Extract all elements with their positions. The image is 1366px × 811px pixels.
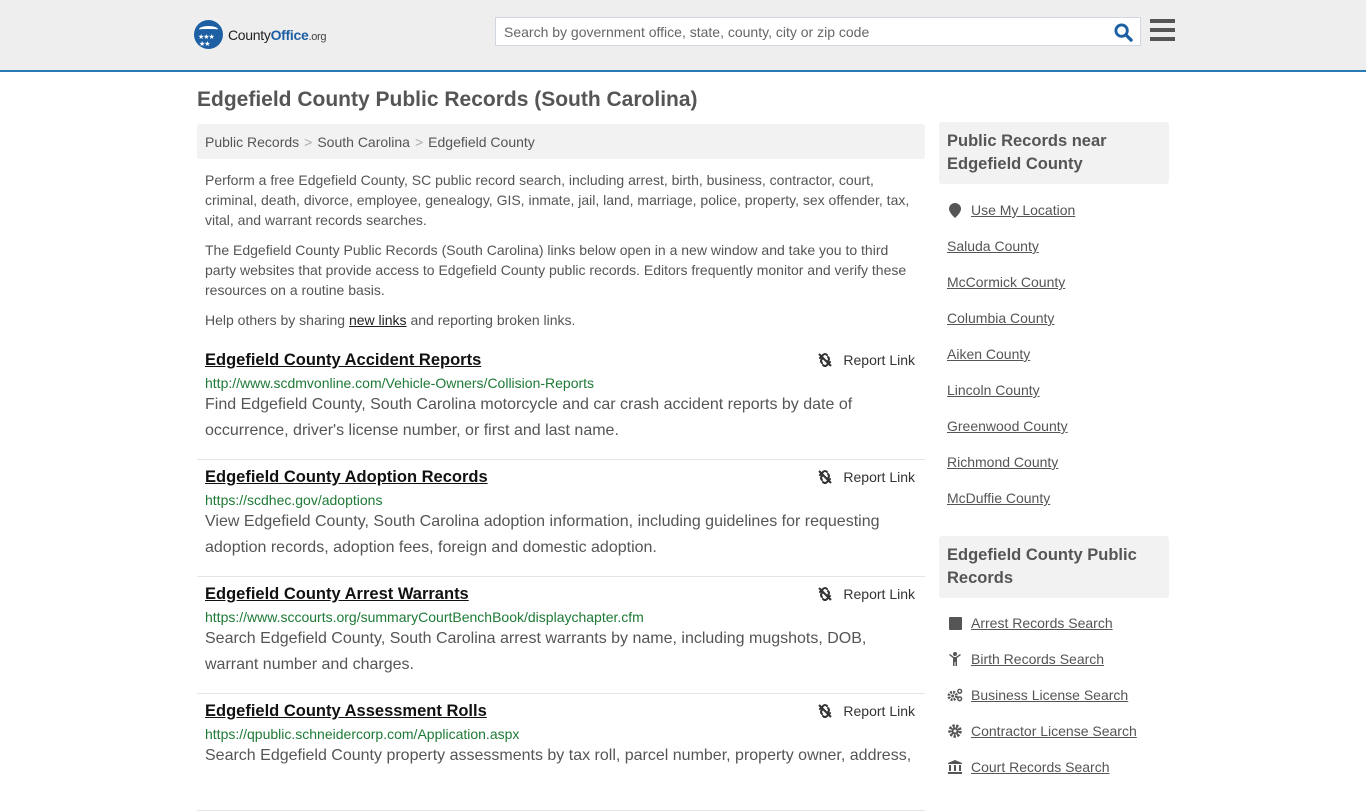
logo-eagle-icon: ★★★ ★★ [194, 20, 223, 49]
record-item: Edgefield County Arrest Warrants Report … [197, 577, 925, 694]
breadcrumb-item[interactable]: Edgefield County [428, 134, 535, 150]
nearby-county-link[interactable]: Columbia County [947, 310, 1054, 326]
record-url[interactable]: https://www.sccourts.org/summaryCourtBen… [205, 609, 917, 625]
breadcrumb: Public Records > South Carolina > Edgefield … [197, 124, 925, 159]
cogs-icon [947, 688, 963, 702]
search-box [495, 17, 1141, 46]
courthouse-icon [947, 760, 963, 774]
county-record-link[interactable]: Birth Records Search [947, 651, 1104, 667]
logo-text: CountyOffice.org [228, 26, 327, 43]
hamburger-menu-icon[interactable] [1150, 19, 1175, 41]
record-description: Find Edgefield County, South Carolina mo… [205, 396, 853, 439]
record-description: View Edgefield County, South Carolina ad… [205, 513, 880, 556]
new-links-link[interactable]: new links [349, 312, 407, 328]
record-item: Edgefield County Assessment Rolls Report… [197, 694, 925, 811]
intro-paragraph: Perform a free Edgefield County, SC publ… [205, 172, 910, 228]
breadcrumb-item[interactable]: South Carolina [317, 134, 410, 150]
record-item: Edgefield County Adoption Records Report… [197, 460, 925, 577]
record-description: Search Edgefield County, South Carolina … [205, 630, 867, 673]
site-logo[interactable]: ★★★ ★★ CountyOffice.org [194, 20, 327, 49]
top-header: ★★★ ★★ CountyOffice.org [0, 0, 1366, 72]
report-link-button[interactable]: Report Link [817, 586, 915, 602]
help-paragraph: Help others by sharing new links and rep… [205, 312, 576, 328]
page-title: Edgefield County Public Records (South C… [197, 88, 698, 111]
county-record-link[interactable]: Contractor License Search [947, 723, 1137, 739]
breadcrumb-separator: > [304, 134, 313, 150]
record-title-link[interactable]: Edgefield County Accident Reports [205, 351, 481, 370]
map-marker-icon [947, 202, 963, 218]
nearby-county-link[interactable]: Greenwood County [947, 418, 1068, 434]
breadcrumb-item[interactable]: Public Records [205, 134, 299, 150]
nearby-county-link[interactable]: Aiken County [947, 346, 1030, 362]
report-link-button[interactable]: Report Link [817, 703, 915, 719]
county-record-link[interactable]: Arrest Records Search [947, 615, 1113, 631]
use-my-location-link[interactable]: Use My Location [947, 202, 1075, 218]
search-input[interactable] [496, 18, 1096, 45]
record-description: Search Edgefield County property assessm… [205, 747, 912, 764]
square-icon [947, 616, 963, 630]
record-url[interactable]: https://scdhec.gov/adoptions [205, 492, 917, 508]
disclaimer-paragraph: The Edgefield County Public Records (Sou… [205, 242, 907, 298]
record-url[interactable]: http://www.scdmvonline.com/Vehicle-Owner… [205, 375, 917, 391]
county-record-link[interactable]: Business License Search [947, 687, 1128, 703]
nearby-county-link[interactable]: Saluda County [947, 238, 1039, 254]
record-title-link[interactable]: Edgefield County Assessment Rolls [205, 702, 487, 721]
search-icon[interactable] [1114, 23, 1133, 42]
report-link-button[interactable]: Report Link [817, 469, 915, 485]
broken-link-icon [818, 353, 833, 367]
nearby-county-link[interactable]: Lincoln County [947, 382, 1040, 398]
child-icon [947, 652, 963, 666]
gear-icon [947, 724, 963, 738]
nearby-records-heading: Public Records near Edgefield County [939, 122, 1169, 184]
broken-link-icon [818, 470, 833, 484]
nearby-county-link[interactable]: Richmond County [947, 454, 1058, 470]
record-item: Edgefield County Accident Reports Report… [197, 343, 925, 460]
nearby-county-link[interactable]: McDuffie County [947, 490, 1050, 506]
breadcrumb-separator: > [414, 134, 424, 150]
record-title-link[interactable]: Edgefield County Adoption Records [205, 468, 488, 487]
county-records-heading: Edgefield County Public Records [939, 536, 1169, 598]
record-title-link[interactable]: Edgefield County Arrest Warrants [205, 585, 469, 604]
broken-link-icon [818, 704, 833, 718]
broken-link-icon [818, 587, 833, 601]
record-url[interactable]: https://qpublic.schneidercorp.com/Applic… [205, 726, 917, 742]
nearby-county-link[interactable]: McCormick County [947, 274, 1065, 290]
report-link-button[interactable]: Report Link [817, 352, 915, 368]
county-record-link[interactable]: Court Records Search [947, 759, 1110, 775]
